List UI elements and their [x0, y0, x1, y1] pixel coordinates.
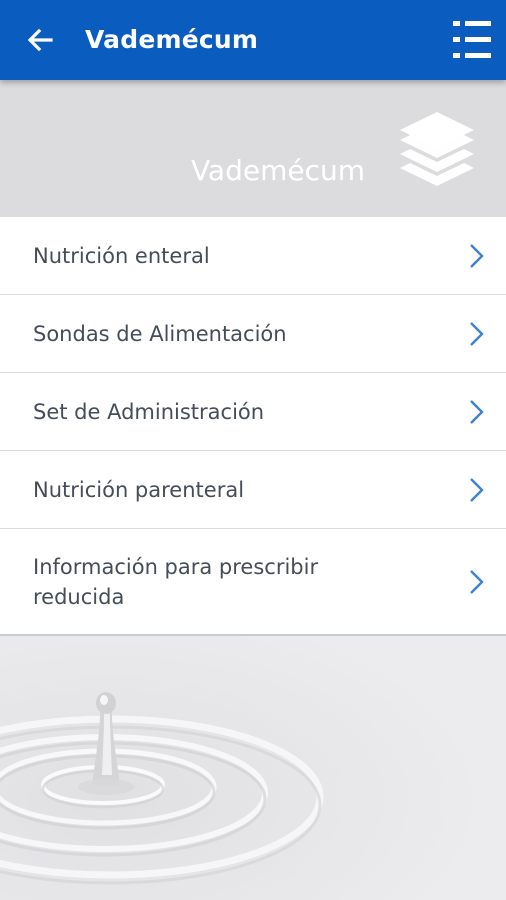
chevron-right-icon [470, 243, 484, 268]
section-banner: Vademécum [0, 80, 506, 217]
back-button[interactable] [20, 20, 60, 60]
menu-button[interactable] [450, 16, 494, 64]
chevron-right-icon [470, 569, 484, 594]
menu-list: Nutrición enteral Sondas de Alimentación… [0, 217, 506, 636]
list-item-label: Nutrición parenteral [33, 477, 245, 502]
arrow-left-icon [27, 28, 53, 52]
list-item-set-administracion[interactable]: Set de Administración [0, 373, 506, 451]
background-image [0, 635, 506, 900]
chevron-right-icon [470, 321, 484, 346]
list-item-label: Información para prescribir reducida [33, 554, 319, 609]
list-menu-icon [453, 21, 491, 58]
layers-icon [400, 112, 474, 186]
list-item-sondas-alimentacion[interactable]: Sondas de Alimentación [0, 295, 506, 373]
list-item-label: Nutrición enteral [33, 243, 210, 268]
banner-title: Vademécum [190, 154, 365, 187]
list-item-nutricion-parenteral[interactable]: Nutrición parenteral [0, 451, 506, 529]
list-item-informacion-prescribir[interactable]: Información para prescribir reducida [0, 529, 506, 634]
page-title: Vademécum [85, 25, 259, 54]
water-drop-splash [0, 635, 506, 900]
list-item-label: Sondas de Alimentación [33, 321, 287, 346]
list-item-label: Set de Administración [33, 399, 265, 424]
chevron-right-icon [470, 477, 484, 502]
list-item-nutricion-enteral[interactable]: Nutrición enteral [0, 217, 506, 295]
chevron-right-icon [470, 399, 484, 424]
app-bar: Vademécum [0, 0, 506, 80]
